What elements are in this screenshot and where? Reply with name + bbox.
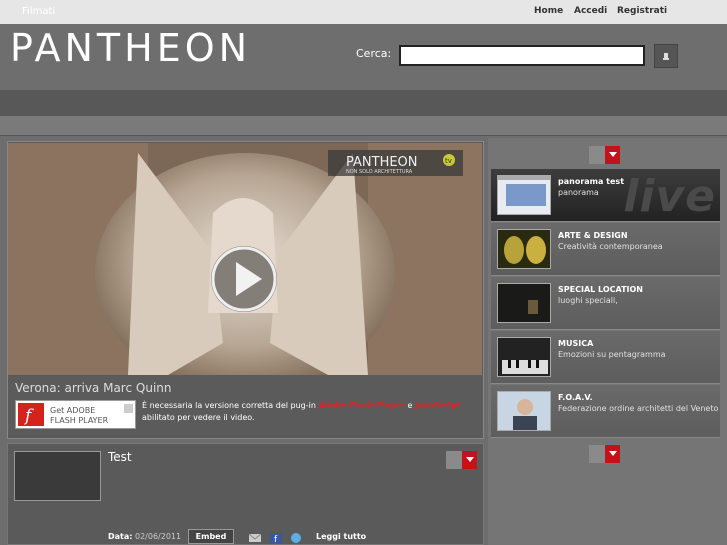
category-subtitle: panorama bbox=[558, 188, 599, 197]
date-value: 02/06/2011 bbox=[135, 532, 182, 541]
category-title: F.O.A.V. bbox=[558, 393, 593, 402]
flash-notice: È necessaria la versione corretta del pu… bbox=[142, 401, 461, 422]
video-player[interactable]: PANTHEON tv NON SOLO ARCHITETTURA bbox=[8, 143, 482, 375]
video-thumbnail[interactable] bbox=[14, 451, 101, 501]
sidebar-dropdown-top[interactable] bbox=[589, 146, 620, 164]
chevron-down-icon bbox=[608, 451, 617, 456]
date-label: Data: bbox=[108, 532, 133, 541]
category-thumb bbox=[497, 229, 551, 269]
svg-text:NON SOLO ARCHITETTURA: NON SOLO ARCHITETTURA bbox=[346, 169, 413, 175]
video-frame: PANTHEON tv NON SOLO ARCHITETTURA bbox=[8, 143, 482, 375]
category-subtitle: Creatività contemporanea bbox=[558, 242, 663, 251]
nav-register-link[interactable]: Registrati bbox=[617, 6, 667, 16]
detail-title: Test bbox=[108, 450, 132, 464]
read-all-link[interactable]: Leggi tutto bbox=[316, 532, 366, 541]
category-subtitle: Federazione ordine architetti del Veneto bbox=[558, 404, 719, 413]
category-thumb bbox=[497, 391, 551, 431]
category-title: SPECIAL LOCATION bbox=[558, 285, 643, 294]
search-input[interactable] bbox=[399, 45, 645, 66]
site-logo[interactable]: PANTHEON bbox=[10, 26, 251, 70]
javascript-link[interactable]: JavaScript bbox=[415, 401, 461, 410]
category-thumb bbox=[497, 337, 551, 377]
category-subtitle: Emozioni su pentagramma bbox=[558, 350, 666, 359]
category-thumb bbox=[497, 283, 551, 323]
category-item-arte-design[interactable]: ARTE & DESIGN Creatività contemporanea bbox=[491, 223, 720, 276]
detail-dropdown[interactable] bbox=[446, 451, 477, 469]
category-item-panorama[interactable]: live panorama test panorama bbox=[491, 169, 720, 222]
live-watermark: live bbox=[623, 171, 716, 222]
chevron-down-icon bbox=[608, 152, 617, 157]
nav-home-link[interactable]: Home bbox=[534, 6, 563, 16]
search-button[interactable] bbox=[654, 44, 678, 68]
get-flash-button[interactable]: f Get ADOBE FLASH PLAYER bbox=[15, 400, 136, 429]
sub-bar bbox=[0, 116, 727, 136]
category-subtitle: luoghi speciali, bbox=[558, 296, 618, 305]
main-nav bbox=[0, 90, 727, 116]
facebook-share-icon[interactable]: f bbox=[270, 533, 282, 543]
sidebar-dropdown-bottom[interactable] bbox=[589, 445, 620, 463]
flash-logo-icon: f Get ADOBE FLASH PLAYER bbox=[18, 403, 133, 426]
video-title: Verona: arriva Marc Quinn bbox=[15, 381, 172, 395]
category-item-special-location[interactable]: SPECIAL LOCATION luoghi speciali, bbox=[491, 277, 720, 330]
flash-link[interactable]: Adobe Flash Player bbox=[318, 401, 405, 410]
nav-filmati[interactable]: Filmati bbox=[22, 6, 55, 17]
twitter-share-icon[interactable] bbox=[290, 533, 302, 543]
email-share-icon[interactable] bbox=[249, 533, 261, 543]
category-title: ARTE & DESIGN bbox=[558, 231, 628, 240]
embed-button[interactable]: Embed bbox=[188, 529, 234, 544]
video-watermark: PANTHEON bbox=[346, 155, 418, 170]
search-label: Cerca: bbox=[356, 47, 392, 60]
svg-text:FLASH PLAYER: FLASH PLAYER bbox=[50, 416, 109, 425]
category-title: MUSICA bbox=[558, 339, 594, 348]
category-thumb bbox=[497, 175, 551, 215]
nav-login-link[interactable]: Accedi bbox=[574, 6, 607, 16]
category-item-musica[interactable]: MUSICA Emozioni su pentagramma bbox=[491, 331, 720, 384]
svg-text:tv: tv bbox=[445, 157, 452, 165]
category-item-foav[interactable]: F.O.A.V. Federazione ordine architetti d… bbox=[491, 385, 720, 438]
svg-text:Get ADOBE: Get ADOBE bbox=[50, 406, 95, 415]
search-icon bbox=[663, 53, 669, 60]
category-title: panorama test bbox=[558, 177, 625, 186]
chevron-down-icon bbox=[465, 457, 474, 462]
